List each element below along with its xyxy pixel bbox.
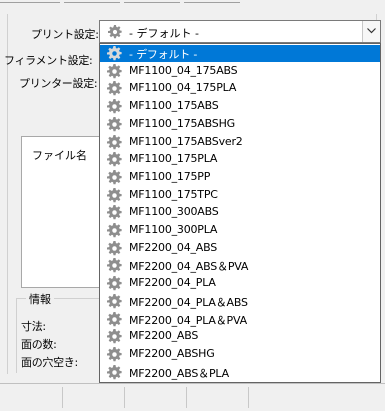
dropdown-option[interactable]: MF2200_ABS [100,328,380,345]
gear-icon [107,81,122,96]
size-label: 寸法: [21,320,46,333]
printer-settings-label: プリンター設定: [19,77,98,90]
dropdown-option[interactable]: MF2200_04_PLA＆ABS [100,293,380,310]
gear-icon [107,205,122,220]
dropdown-option[interactable]: MF2200_04_ABS [100,240,380,257]
gear-icon [108,25,122,39]
dropdown-option-label: MF1100_175ABS [129,99,219,113]
print-settings-label: プリント設定: [31,28,99,41]
dropdown-option[interactable]: MF1100_04_175PLA [100,80,380,97]
dropdown-option-label: MF2200_ABSHG [129,346,215,360]
gear-icon [107,311,122,326]
dropdown-option[interactable]: MF1100_04_175ABS [100,63,380,80]
gear-icon [107,116,122,132]
dropdown-option-label: MF1100_175ABSver2 [129,134,243,148]
gear-icon [107,187,122,202]
gear-icon [107,240,122,255]
status-bar [0,383,385,411]
gear-icon [107,346,122,362]
gear-icon [107,293,122,309]
dropdown-option[interactable]: MF2200_04_PLA＆PVA [100,311,380,328]
dropdown-option-label: MF2200_ABS＆PLA [129,366,229,380]
dropdown-option-label: MF1100_175ABSHG [129,116,235,130]
gear-icon [107,134,122,149]
tab-strip [0,0,385,6]
dropdown-option[interactable]: MF1100_175PP [100,169,380,186]
gear-icon [107,99,122,114]
print-settings-combo[interactable]: - デフォルト - [99,20,381,43]
dropdown-option-label: MF1100_300PLA [129,223,218,236]
dropdown-option[interactable]: MF1100_175PLA [100,151,380,168]
dropdown-option-label: MF2200_ABS [129,329,199,343]
combo-dropdown-button[interactable] [362,21,380,42]
dropdown-option[interactable]: MF1100_175ABSver2 [100,134,380,151]
gear-icon [107,169,122,185]
dropdown-option-label: MF2200_04_PLA＆ABS [129,295,248,309]
dropdown-option[interactable]: MF1100_175ABS [100,98,380,115]
face-holes-label: 面の穴空き: [21,356,78,369]
file-list[interactable]: ファイル名 [21,136,101,288]
file-name-column-header[interactable]: ファイル名 [32,147,87,163]
dropdown-option[interactable]: MF1100_300ABS [100,204,380,221]
dropdown-option-label: MF1100_175PLA [129,152,218,166]
dropdown-option[interactable]: MF2200_04_ABS＆PVA [100,257,380,274]
chevron-down-icon [367,28,376,34]
face-count-label: 面の数: [21,338,57,351]
dropdown-option-label: MF1100_04_175PLA [129,81,237,95]
gear-icon [107,329,122,344]
gear-icon [107,223,122,238]
gear-icon [107,152,122,167]
print-settings-dropdown-list[interactable]: - デフォルト - MF1100_04_175ABS MF1100_04_175PL… [99,43,381,383]
info-group-legend: 情報 [26,291,54,307]
panel-border-left [7,14,8,374]
gear-icon [107,258,122,273]
dropdown-option-label: - デフォルト - [129,48,198,61]
filament-settings-label: フィラメント設定: [4,54,93,67]
dropdown-option[interactable]: MF1100_300PLA [100,222,380,239]
dropdown-option-label: MF1100_300ABS [129,205,219,219]
dropdown-option[interactable]: - デフォルト - [100,45,380,62]
dropdown-option[interactable]: MF2200_ABS＆PLA [100,364,380,381]
gear-icon [107,46,122,61]
dropdown-option-label: MF1100_175TPC [129,187,218,201]
dropdown-option[interactable]: MF2200_04_PLA [100,275,380,292]
dropdown-option-label: MF1100_04_175ABS [129,63,238,77]
print-settings-value: - デフォルト - [129,27,199,40]
dropdown-option-label: MF2200_04_ABS＆PVA [129,260,249,274]
gear-icon [107,276,122,291]
dropdown-option-label: MF1100_175PP [129,169,211,183]
gear-icon [107,63,122,78]
dropdown-option-label: MF2200_04_PLA＆PVA [129,313,247,327]
dropdown-option[interactable]: MF2200_ABSHG [100,346,380,363]
dropdown-option-label: MF2200_04_ABS [129,240,218,254]
dropdown-option[interactable]: MF1100_175TPC [100,187,380,204]
dropdown-option[interactable]: MF1100_175ABSHG [100,116,380,133]
gear-icon [107,364,122,379]
dropdown-option-label: MF2200_04_PLA [129,276,216,290]
